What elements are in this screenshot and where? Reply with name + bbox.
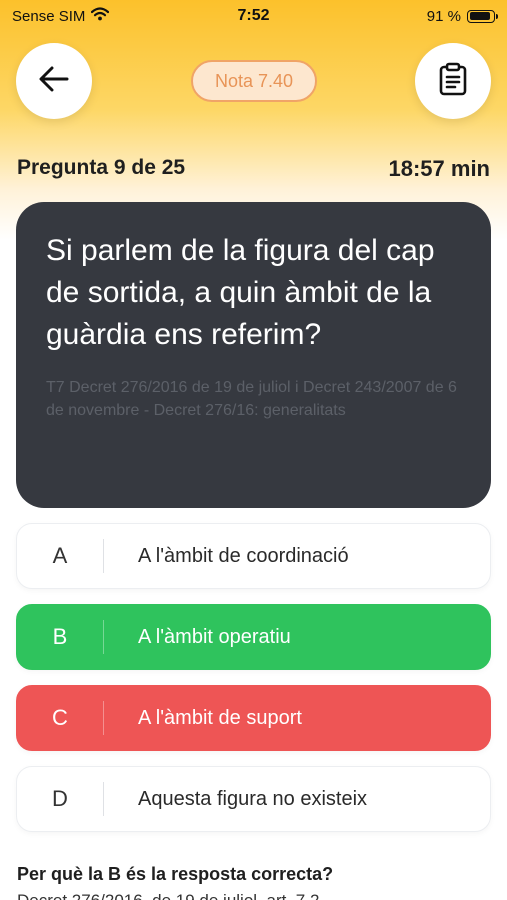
question-text: Si parlem de la figura del cap de sortid… <box>46 234 435 351</box>
status-right: 91 % <box>426 7 498 25</box>
explanation-body: Decret 276/2016, de 19 de juliol, art. 7… <box>17 891 319 900</box>
answer-option-d[interactable]: D Aquesta figura no existeix <box>16 766 491 832</box>
answer-divider <box>103 782 104 816</box>
arrow-left-icon <box>39 66 69 97</box>
answer-letter: C <box>52 705 68 730</box>
answer-option-a[interactable]: A A l'àmbit de coordinació <box>16 523 491 589</box>
explanation-title: Per què la B és la resposta correcta? <box>17 864 334 884</box>
battery-icon <box>467 9 498 23</box>
battery-fill <box>469 12 491 20</box>
answer-text: Aquesta figura no existeix <box>138 787 368 810</box>
answer-letter: D <box>52 786 68 811</box>
wifi-icon <box>91 7 110 25</box>
question-card: Si parlem de la figura del cap de sortid… <box>16 202 491 508</box>
answer-divider <box>103 539 104 573</box>
back-button[interactable] <box>16 43 92 119</box>
battery-percent: 91 % <box>426 7 461 25</box>
status-left: Sense SIM <box>12 7 110 25</box>
answer-divider <box>103 701 104 735</box>
clipboard-icon <box>438 62 468 101</box>
answer-divider <box>103 620 104 654</box>
notes-button[interactable] <box>415 43 491 119</box>
grade-label: Nota 7.40 <box>214 70 294 91</box>
answer-text: A l'àmbit operatiu <box>138 625 291 648</box>
answer-option-b[interactable]: B A l'àmbit operatiu <box>16 604 491 670</box>
grade-badge: Nota 7.40 <box>191 60 317 102</box>
question-source: T7 Decret 276/2016 de 19 de juliol i Dec… <box>46 379 457 419</box>
quiz-timer: 18:57 min <box>388 156 491 181</box>
answer-text: A l'àmbit de suport <box>138 706 302 729</box>
status-bar: Sense SIM 7:52 91 % <box>0 0 507 32</box>
answer-text: A l'àmbit de coordinació <box>138 544 349 567</box>
carrier-label: Sense SIM <box>12 7 86 25</box>
question-counter: Pregunta 9 de 25 <box>17 156 186 179</box>
answer-letter: A <box>52 543 68 568</box>
answer-option-c[interactable]: C A l'àmbit de suport <box>16 685 491 751</box>
answer-letter: B <box>52 624 68 649</box>
